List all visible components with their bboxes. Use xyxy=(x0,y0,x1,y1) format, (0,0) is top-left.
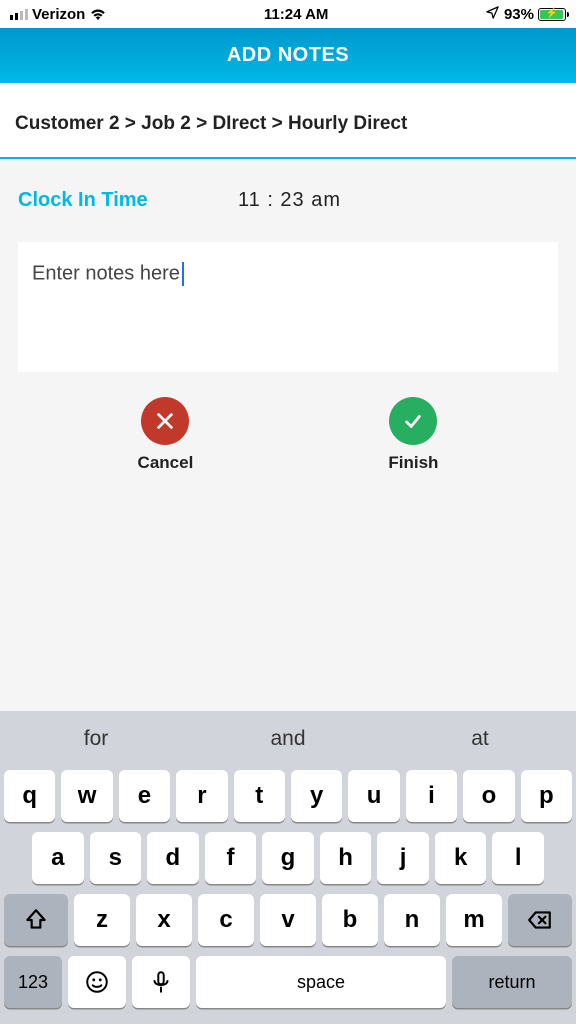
close-icon xyxy=(141,397,189,445)
key-s[interactable]: s xyxy=(90,832,142,884)
key-u[interactable]: u xyxy=(348,770,399,822)
key-j[interactable]: j xyxy=(377,832,429,884)
key-t[interactable]: t xyxy=(234,770,285,822)
suggestion[interactable]: and xyxy=(192,727,384,751)
key-n[interactable]: n xyxy=(384,894,440,946)
battery-percentage: 93% xyxy=(504,6,534,23)
clock-in-label: Clock In Time xyxy=(18,189,238,212)
location-icon xyxy=(485,5,500,24)
keyboard-suggestions: for and at xyxy=(0,711,576,766)
key-f[interactable]: f xyxy=(205,832,257,884)
backspace-key[interactable] xyxy=(508,894,572,946)
key-w[interactable]: w xyxy=(61,770,112,822)
on-screen-keyboard: for and at qwertyuiop asdfghjkl zxcvbnm … xyxy=(0,711,576,1024)
page-header: ADD NOTES xyxy=(0,28,576,83)
return-key[interactable]: return xyxy=(452,956,572,1008)
space-key[interactable]: space xyxy=(196,956,446,1008)
battery-icon: ⚡ xyxy=(538,8,566,21)
clock-in-row: Clock In Time 11 : 23 am xyxy=(0,189,576,212)
key-z[interactable]: z xyxy=(74,894,130,946)
dictation-key[interactable] xyxy=(132,956,190,1008)
key-k[interactable]: k xyxy=(435,832,487,884)
notes-placeholder: Enter notes here xyxy=(32,262,180,284)
key-a[interactable]: a xyxy=(32,832,84,884)
key-e[interactable]: e xyxy=(119,770,170,822)
key-m[interactable]: m xyxy=(446,894,502,946)
cancel-label: Cancel xyxy=(138,453,194,473)
key-o[interactable]: o xyxy=(463,770,514,822)
key-y[interactable]: y xyxy=(291,770,342,822)
key-d[interactable]: d xyxy=(147,832,199,884)
key-i[interactable]: i xyxy=(406,770,457,822)
suggestion[interactable]: at xyxy=(384,727,576,751)
carrier-label: Verizon xyxy=(32,6,85,23)
key-p[interactable]: p xyxy=(521,770,572,822)
notes-input[interactable]: Enter notes here xyxy=(18,242,558,372)
shift-key[interactable] xyxy=(4,894,68,946)
key-x[interactable]: x xyxy=(136,894,192,946)
clock-in-value: 11 : 23 am xyxy=(238,189,341,212)
breadcrumb: Customer 2 > Job 2 > DIrect > Hourly Dir… xyxy=(0,83,576,159)
text-cursor xyxy=(182,262,184,286)
key-h[interactable]: h xyxy=(320,832,372,884)
numbers-key[interactable]: 123 xyxy=(4,956,62,1008)
finish-button[interactable]: Finish xyxy=(388,397,438,473)
page-title: ADD NOTES xyxy=(227,44,349,67)
key-r[interactable]: r xyxy=(176,770,227,822)
key-q[interactable]: q xyxy=(4,770,55,822)
status-time: 11:24 AM xyxy=(264,6,328,23)
key-b[interactable]: b xyxy=(322,894,378,946)
cellular-signal-icon xyxy=(10,9,28,20)
cancel-button[interactable]: Cancel xyxy=(138,397,194,473)
suggestion[interactable]: for xyxy=(0,727,192,751)
check-icon xyxy=(389,397,437,445)
key-c[interactable]: c xyxy=(198,894,254,946)
key-l[interactable]: l xyxy=(492,832,544,884)
wifi-icon xyxy=(89,7,107,21)
key-v[interactable]: v xyxy=(260,894,316,946)
emoji-key[interactable] xyxy=(68,956,126,1008)
key-g[interactable]: g xyxy=(262,832,314,884)
finish-label: Finish xyxy=(388,453,438,473)
status-bar: Verizon 11:24 AM 93% ⚡ xyxy=(0,0,576,28)
